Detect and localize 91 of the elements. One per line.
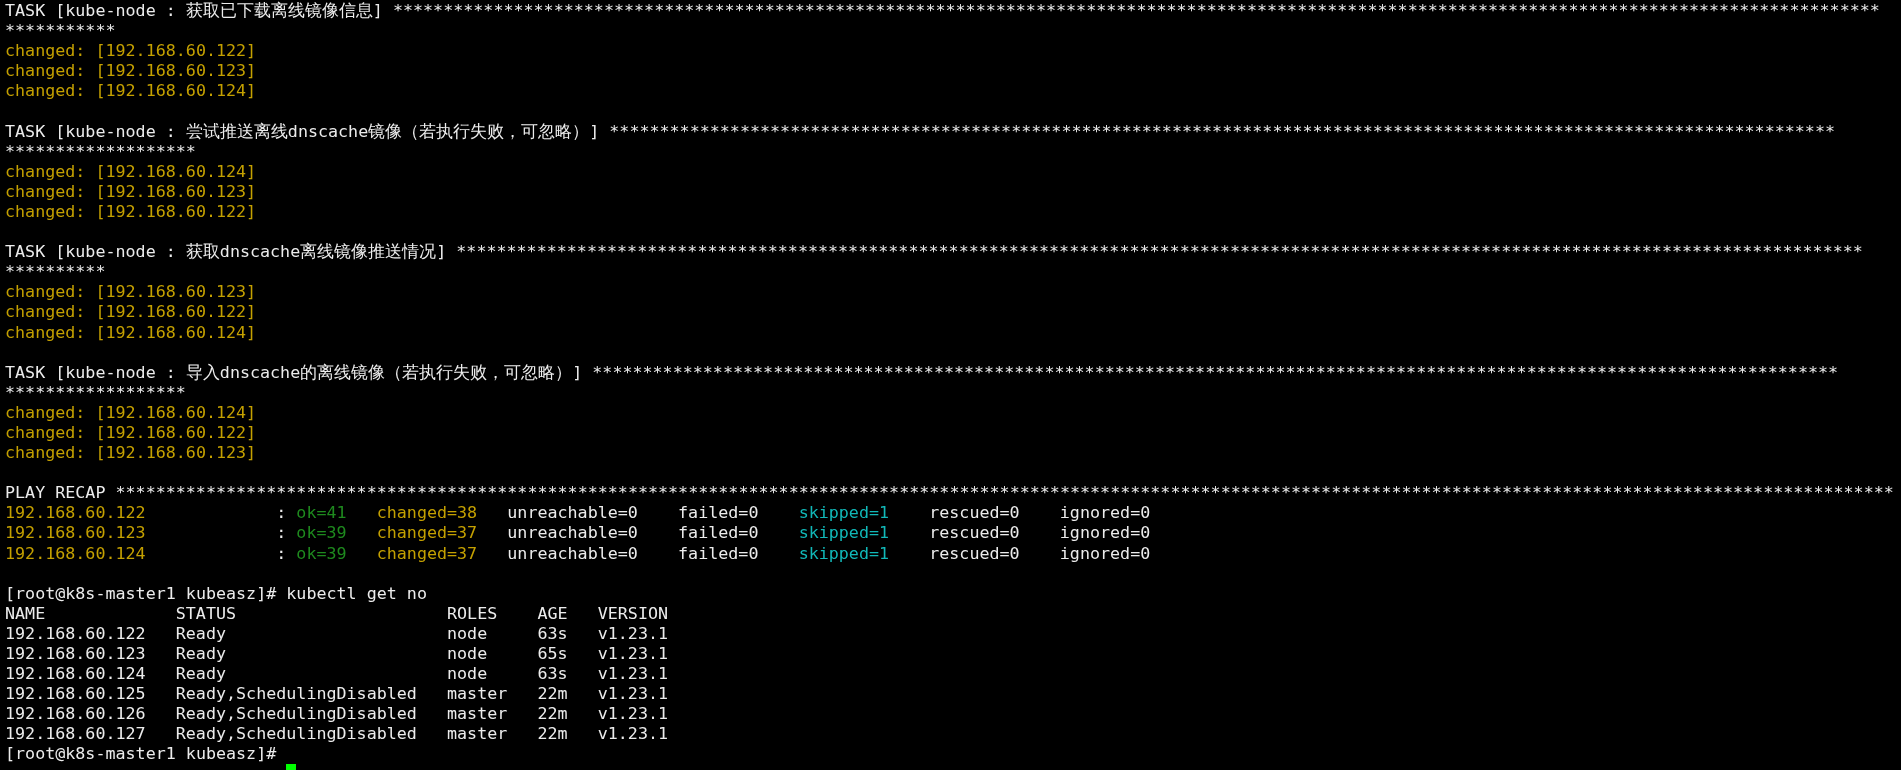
table-cell: 63s [537, 622, 568, 643]
task-title: TASK [kube-node : 获取dnscache离线镜像推送情况] [5, 241, 447, 262]
recap-stat: changed=38 [376, 502, 478, 523]
result-line: changed: [192.168.60.123] [5, 442, 257, 463]
recap-stat: unreachable=0 [507, 502, 638, 523]
table-cell: 192.168.60.123 [5, 643, 146, 664]
recap-stat: failed=0 [678, 542, 759, 563]
recap-stat: ignored=0 [1059, 542, 1151, 563]
shell-prompt: [root@k8s-master1 kubeasz]# [5, 582, 277, 603]
recap-host: 192.168.60.124 [5, 542, 147, 563]
task-title: TASK [kube-node : 尝试推送离线dnscache镜像（若执行失败，可忽略）] [5, 120, 600, 141]
recap-stat: skipped=1 [798, 542, 890, 563]
table-cell: Ready,SchedulingDisabled [175, 703, 417, 724]
column-header: AGE [537, 602, 568, 623]
table-cell: node [447, 643, 488, 664]
separator-stars: **************************************************************************************************************************** [592, 361, 1839, 382]
column-header: ROLES [447, 602, 498, 623]
table-cell: 22m [537, 703, 568, 724]
separator-stars: ********************************************************************************************************************************************************************************* [115, 482, 1894, 503]
result-line: changed: [192.168.60.123] [5, 60, 257, 81]
result-line: changed: [192.168.60.123] [5, 180, 257, 201]
table-cell: v1.23.1 [597, 683, 669, 704]
colon-separator: : [276, 542, 287, 563]
recap-stat: ignored=0 [1059, 522, 1151, 543]
recap-stat: ok=39 [296, 522, 347, 543]
table-cell: v1.23.1 [597, 622, 669, 643]
table-cell: 65s [537, 643, 568, 664]
recap-stat: rescued=0 [929, 522, 1020, 543]
table-cell: node [447, 622, 488, 643]
recap-stat: ok=41 [296, 502, 347, 523]
recap-stat: unreachable=0 [507, 542, 638, 563]
table-cell: Ready,SchedulingDisabled [175, 723, 417, 744]
colon-separator: : [276, 502, 287, 523]
separator-stars: ********** [5, 261, 106, 282]
task-title: TASK [kube-node : 导入dnscache的离线镜像（若执行失败，可忽略）] [5, 361, 583, 382]
recap-stat: skipped=1 [798, 502, 890, 523]
recap-stat: unreachable=0 [507, 522, 638, 543]
table-cell: v1.23.1 [597, 723, 669, 744]
table-cell: master [447, 703, 508, 724]
separator-stars: ************************************************************************************************************************** [609, 120, 1835, 141]
table-cell: master [447, 723, 508, 744]
recap-title: PLAY RECAP [5, 482, 106, 503]
recap-stat: changed=37 [376, 542, 478, 563]
separator-stars: ******************************************************************************************************************************************** [456, 241, 1863, 262]
table-cell: master [447, 683, 508, 704]
table-cell: 22m [537, 723, 568, 744]
task-title: TASK [kube-node : 获取已下载离线镜像信息] [5, 0, 383, 21]
command-text: kubectl get no [286, 582, 427, 603]
table-cell: 192.168.60.127 [5, 723, 146, 744]
column-header: VERSION [597, 602, 669, 623]
result-line: changed: [192.168.60.122] [5, 301, 257, 322]
result-line: changed: [192.168.60.124] [5, 401, 257, 422]
table-cell: 192.168.60.122 [5, 622, 146, 643]
recap-stat: failed=0 [678, 502, 759, 523]
separator-stars: ****************** [5, 381, 186, 402]
table-cell: Ready [175, 663, 226, 684]
table-cell: v1.23.1 [597, 643, 669, 664]
separator-stars: ******************* [5, 140, 196, 161]
result-line: changed: [192.168.60.122] [5, 40, 257, 61]
table-cell: node [447, 663, 488, 684]
shell-prompt: [root@k8s-master1 kubeasz]# [5, 743, 277, 764]
recap-stat: ok=39 [296, 542, 347, 563]
table-cell: Ready [175, 643, 226, 664]
recap-stat: rescued=0 [929, 502, 1020, 523]
table-cell: 192.168.60.125 [5, 683, 146, 704]
table-cell: 63s [537, 663, 568, 684]
table-cell: Ready [175, 622, 226, 643]
result-line: changed: [192.168.60.122] [5, 421, 257, 443]
table-cell: v1.23.1 [597, 703, 669, 724]
result-line: changed: [192.168.60.123] [5, 281, 257, 302]
table-cell: 22m [537, 683, 568, 704]
recap-stat: rescued=0 [929, 542, 1020, 563]
table-cell: 192.168.60.126 [5, 703, 146, 724]
recap-stat: failed=0 [678, 522, 759, 543]
result-line: changed: [192.168.60.124] [5, 321, 257, 342]
recap-stat: changed=37 [376, 522, 478, 543]
column-header: NAME [5, 602, 46, 623]
recap-host: 192.168.60.122 [5, 502, 147, 523]
colon-separator: : [276, 522, 287, 543]
recap-stat: ignored=0 [1059, 502, 1151, 523]
result-line: changed: [192.168.60.124] [5, 80, 257, 101]
column-header: STATUS [175, 602, 237, 623]
separator-stars: *********** [5, 20, 116, 41]
table-cell: v1.23.1 [597, 663, 669, 684]
recap-host: 192.168.60.123 [5, 522, 147, 543]
separator-stars: **************************************************************************************************************************************************** [392, 0, 1880, 21]
result-line: changed: [192.168.60.124] [5, 160, 257, 181]
table-cell: Ready,SchedulingDisabled [175, 683, 417, 704]
recap-stat: skipped=1 [798, 522, 890, 543]
result-line: changed: [192.168.60.122] [5, 200, 257, 222]
table-cell: 192.168.60.124 [5, 663, 146, 684]
